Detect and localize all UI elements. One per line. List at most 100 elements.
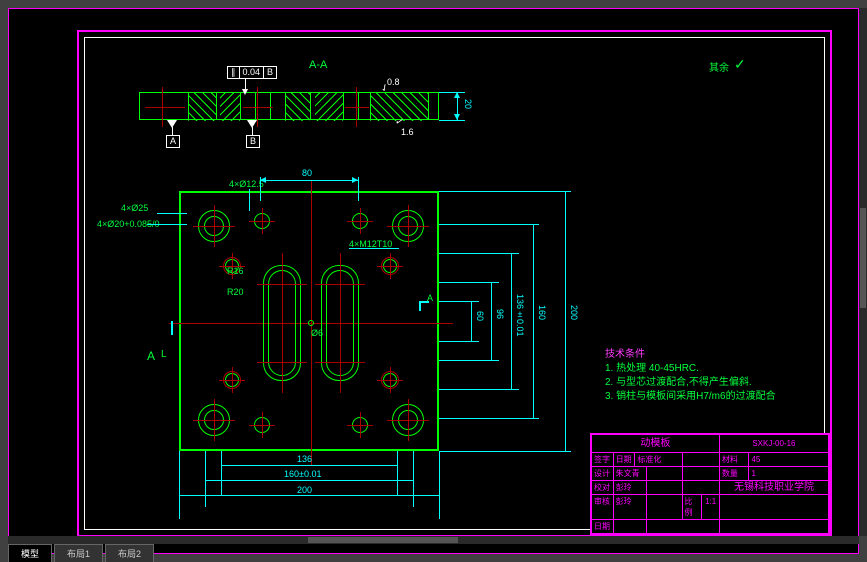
ext-line	[439, 360, 499, 361]
tb-value: 1:1	[702, 495, 720, 519]
ext-line	[439, 224, 539, 225]
leader-line	[147, 224, 187, 225]
ext-line	[413, 451, 414, 507]
tb-value: 1	[749, 467, 828, 480]
arrow-down-icon	[242, 89, 248, 95]
gdt-tolerance: 0.04	[240, 67, 265, 78]
ext-line	[221, 451, 222, 495]
drawing-number: SXKJ-00-16	[720, 435, 828, 452]
hatch-segment	[285, 93, 310, 121]
surface-symbol-icon: ✓	[734, 56, 746, 73]
dim-text: 160	[537, 305, 547, 320]
tb-label: 校对	[592, 481, 614, 494]
arrow-down-icon	[454, 114, 460, 120]
dim-text: 80	[302, 168, 312, 178]
tab-layout1[interactable]: 布局1	[54, 544, 103, 562]
vertical-scrollbar[interactable]	[859, 8, 867, 536]
datum-A-box: A	[166, 135, 180, 148]
arrow-left-icon	[260, 177, 266, 183]
tab-layout2[interactable]: 布局2	[105, 544, 154, 562]
hatch-segment	[188, 93, 216, 121]
gdt-datum-ref: B	[264, 67, 276, 78]
leader-line	[172, 127, 173, 135]
arrow-up-icon	[454, 92, 460, 98]
ext-line	[439, 451, 571, 452]
tb-label: 比例	[683, 495, 703, 519]
dim-line	[221, 465, 397, 466]
ext-line	[439, 301, 479, 302]
arrow-right-icon	[352, 177, 358, 183]
horizontal-scrollbar[interactable]	[8, 536, 859, 544]
dim-line	[565, 191, 566, 451]
tb-value: 彭玲	[614, 481, 647, 494]
dim-text: 160±0.01	[284, 469, 321, 479]
center-pin-hole	[308, 320, 314, 326]
dim-line	[205, 480, 413, 481]
callout-text: 4×Ø25	[121, 203, 148, 213]
tb-label: 签字	[592, 453, 614, 466]
scrollbar-thumb[interactable]	[860, 208, 866, 308]
section-cut-line	[171, 321, 173, 335]
gdt-symbol: ∥	[228, 67, 240, 78]
tab-model[interactable]: 模型	[8, 544, 52, 562]
dim-line	[179, 495, 439, 496]
dim-text: 200	[569, 305, 579, 320]
section-cut-line	[419, 301, 421, 311]
dim-line	[511, 253, 512, 389]
scrollbar-thumb[interactable]	[308, 537, 458, 543]
callout-text: R20	[227, 287, 244, 297]
dim-text: 96	[495, 309, 505, 319]
section-label: A-A	[309, 59, 327, 71]
tech-line: 2. 与型芯过渡配合,不得产生偏斜.	[605, 373, 752, 388]
ext-line	[179, 451, 180, 519]
tech-line: 3. 销柱与模板间采用H7/m6的过渡配合	[605, 387, 776, 402]
ext-line	[205, 451, 206, 507]
layout-tabs: 模型 布局1 布局2	[8, 544, 154, 562]
tb-value: 朱文青	[614, 467, 647, 480]
ext-line	[439, 92, 465, 93]
hatch-segment	[315, 93, 343, 121]
dim-text: 200	[297, 485, 312, 495]
ext-line	[358, 177, 359, 201]
ext-line	[439, 451, 440, 519]
gdt-parallelism-frame: ∥ 0.04 B	[227, 66, 277, 79]
ext-line	[439, 191, 571, 192]
tb-label: 数量	[720, 467, 750, 480]
hatch-segment	[220, 93, 240, 121]
dim-text: 136	[297, 454, 312, 464]
tb-label: 日期	[614, 453, 636, 466]
leader-line	[157, 213, 187, 214]
section-body-outline	[139, 92, 439, 120]
dim-text: 20	[463, 99, 473, 109]
general-surface-note: 其余	[709, 59, 729, 74]
tech-heading: 技术条件	[605, 345, 645, 360]
leader-line	[349, 248, 399, 249]
tb-label: 标准化	[635, 453, 682, 466]
leader-line	[252, 127, 253, 135]
tb-label: 日期	[592, 520, 614, 533]
section-mark-A: A	[147, 349, 155, 363]
plan-outline: Ø6	[179, 191, 439, 451]
leader-line	[249, 189, 250, 211]
tech-line: 1. 热处理 40-45HRC.	[605, 359, 699, 374]
ext-line	[397, 451, 398, 495]
dim-text: 136±0.01	[515, 294, 525, 337]
ext-line	[439, 389, 519, 390]
dim-line	[471, 301, 472, 341]
part-name: 动模板	[592, 435, 720, 452]
cad-canvas: A-A	[9, 9, 858, 553]
title-block: 动模板 SXKJ-00-16 签字 日期 标准化 材料 45 设计 朱文青 数量…	[590, 433, 830, 535]
ext-line	[439, 341, 479, 342]
surface-finish-value: 1.6	[401, 127, 414, 137]
tb-label: 设计	[592, 467, 614, 480]
tb-label: 审核	[592, 495, 614, 519]
ext-line	[439, 120, 465, 121]
dim-line	[491, 282, 492, 360]
ext-line	[439, 418, 539, 419]
callout-text: R16	[227, 266, 244, 276]
tb-value: 45	[749, 453, 828, 466]
datum-B-box: B	[246, 135, 260, 148]
dim-line	[260, 180, 358, 181]
tb-label: 材料	[720, 453, 750, 466]
drawing-window: A-A	[8, 8, 859, 554]
